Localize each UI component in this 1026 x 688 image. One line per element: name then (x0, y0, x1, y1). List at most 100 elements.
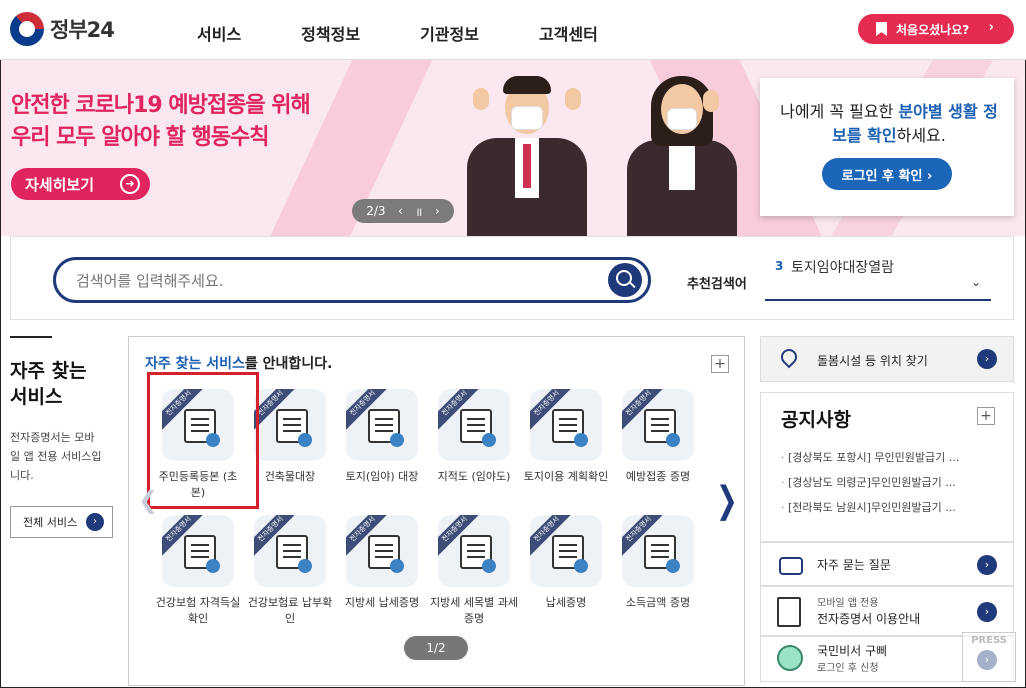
logo-text: 정부24 (50, 18, 115, 42)
land-map-icon (368, 409, 404, 447)
service-item[interactable]: 전자증명서지적도 (임야도) (429, 389, 519, 509)
services-heading-rest: 를 안내합니다. (244, 356, 333, 372)
banner-title-line2: 우리 모두 알아야 할 행동수칙 (11, 125, 270, 150)
banner-prev-button[interactable]: ‹ (398, 204, 403, 218)
service-tile: 전자증명서 (622, 389, 694, 461)
service-item[interactable]: 전자증명서 건강보험료 납부확인 (245, 515, 335, 635)
location-finder[interactable]: 돌봄시설 등 위치 찾기 › (760, 336, 1014, 382)
service-label: 예방접종 증명 (625, 470, 691, 483)
recommend-dropdown[interactable]: 3 토지임야대장열람 ⌄ (765, 253, 991, 301)
location-pin-icon (777, 345, 801, 369)
service-item[interactable]: 전자증명서지방세 세목별 과세증명 (429, 515, 519, 635)
banner-title-line1: 안전한 코로나19 예방접종을 위해 (11, 93, 311, 118)
service-tile: 전자증명서 (438, 515, 510, 587)
cadastral-map-icon (460, 409, 496, 447)
recommend-keyword[interactable]: 토지임야대장열람 (791, 257, 894, 277)
checklist-icon (184, 535, 220, 573)
notice-item[interactable]: [전라북도 남원시]무인민원발급기 ... (781, 495, 991, 520)
detail-button[interactable]: 자세히보기 ➜ (11, 168, 150, 200)
notice-item[interactable]: [경상남도 의령군]무인민원발급기 ... (781, 470, 991, 495)
nav-services[interactable]: 서비스 (197, 21, 241, 45)
land-plan-icon (552, 409, 588, 447)
services-next-icon[interactable]: ❯ (716, 480, 738, 522)
service-label: 건강보험 자격득실확인 (155, 596, 241, 625)
search-icon[interactable] (608, 263, 642, 297)
press-watermark: PRESS (962, 632, 1016, 682)
detail-button-label: 자세히보기 (25, 175, 95, 194)
location-finder-label: 돌봄시설 등 위치 찾기 (817, 354, 928, 368)
faq-link[interactable]: 자주 묻는 질문 › (760, 542, 1014, 586)
service-tile: 전자증명서 (438, 389, 510, 461)
frequent-services-intro: 자주 찾는 서비스 전자증명서는 모바일 앱 전용 서비스입니다. 전체 서비스… (10, 336, 115, 680)
services-prev-icon[interactable]: ❮ (138, 486, 158, 514)
service-label: 소득금액 증명 (625, 596, 691, 609)
robot-mascot-icon (777, 645, 803, 671)
coins-doc-icon (552, 535, 588, 573)
chevron-right-icon: › (977, 602, 997, 622)
frequent-services-desc: 전자증명서는 모바일 앱 전용 서비스입니다. (10, 431, 102, 482)
service-item[interactable]: 전자증명서납세증명 (521, 515, 611, 635)
gov24-logo[interactable]: 정부24 (10, 12, 115, 46)
service-label: 지방세 세목별 과세증명 (430, 596, 518, 625)
service-label: 건강보험료 납부확인 (247, 596, 333, 625)
services-more-button[interactable]: + (711, 355, 729, 373)
man-illustration (467, 68, 587, 236)
service-label: 지적도 (임야도) (437, 470, 511, 483)
building-doc-icon (276, 409, 312, 447)
main-nav: 서비스 정책정보 기관정보 고객센터 (197, 21, 658, 45)
recommend-label: 추천검색어 (687, 277, 747, 292)
service-item[interactable]: 전자증명서예방접종 증명 (613, 389, 703, 509)
chevron-down-icon: ⌄ (970, 275, 981, 289)
chat-bubble-icon (779, 557, 803, 575)
selection-highlight (147, 372, 259, 509)
chevron-right-icon: › (977, 555, 997, 575)
first-visit-button[interactable]: 처음오셨나요? › (858, 14, 1014, 44)
notice-list: [경상북도 포항시] 무인민원발급기 ... [경상남도 의령군]무인민원발급기… (781, 445, 991, 520)
nav-customer-center[interactable]: 고객센터 (539, 21, 598, 45)
banner-pager-count: 2/3 (366, 204, 386, 218)
service-label: 토지(임야) 대장 (345, 470, 419, 483)
notice-item[interactable]: [경상북도 포항시] 무인민원발급기 ... (781, 445, 991, 470)
taegeuk-logo-icon (10, 12, 44, 46)
service-item[interactable]: 전자증명서소득금액 증명 (613, 515, 703, 635)
chevron-right-icon: › (988, 20, 994, 35)
divider (10, 336, 52, 338)
service-label: 지방세 납세증명 (344, 596, 420, 609)
login-card-text: 나에게 꼭 필요한 분야별 생활 정보를 확인하세요. (774, 100, 1004, 148)
all-services-button[interactable]: 전체 서비스 › (10, 506, 113, 538)
service-tile: 전자증명서 (530, 515, 602, 587)
certificate-doc-icon (777, 597, 801, 627)
search-input[interactable] (76, 269, 576, 293)
service-item[interactable]: 전자증명서토지(임야) 대장 (337, 389, 427, 509)
service-tile: 전자증명서 (346, 389, 418, 461)
mobile-only-label: 모바일 앱 전용 (817, 598, 879, 609)
banner-next-button[interactable]: › (435, 204, 440, 218)
search-box (53, 257, 651, 303)
service-item[interactable]: 전자증명서건강보험 자격득실확인 (153, 515, 243, 635)
tax-doc-icon (368, 535, 404, 573)
banner-pause-button[interactable]: ॥ (415, 203, 422, 220)
notice-more-button[interactable]: + (977, 407, 995, 425)
login-check-button[interactable]: 로그인 후 확인 › (822, 158, 952, 190)
nav-policy-info[interactable]: 정책정보 (301, 21, 360, 45)
nav-agency-info[interactable]: 기관정보 (420, 21, 479, 45)
mobile-certificate-guide[interactable]: 모바일 앱 전용 전자증명서 이용안내 › (760, 586, 1014, 636)
gubbi-label: 국민비서 구삐 (817, 644, 888, 658)
service-label: 납세증명 (545, 596, 587, 609)
bookmark-icon (876, 22, 887, 36)
gubbi-sub-label: 로그인 후 신청 (817, 663, 879, 674)
service-tile: 전자증명서 (622, 515, 694, 587)
services-pager: 1/2 (404, 636, 468, 660)
income-doc-icon (644, 535, 680, 573)
banner-pager: 2/3 ‹ ॥ › (352, 199, 454, 223)
woman-illustration (627, 68, 737, 236)
service-label: 토지이용 계획확인 (523, 470, 609, 483)
mobile-certificate-label: 전자증명서 이용안내 (817, 612, 921, 626)
service-item[interactable]: 전자증명서 토지이용 계획확인 (521, 389, 611, 509)
service-tile: 전자증명서 (162, 515, 234, 587)
chevron-right-icon: › (977, 349, 997, 369)
service-item[interactable]: 전자증명서지방세 납세증명 (337, 515, 427, 635)
vaccine-icon (644, 409, 680, 447)
arrow-right-circle-icon: ➜ (120, 174, 140, 194)
service-tile: 전자증명서 (346, 515, 418, 587)
